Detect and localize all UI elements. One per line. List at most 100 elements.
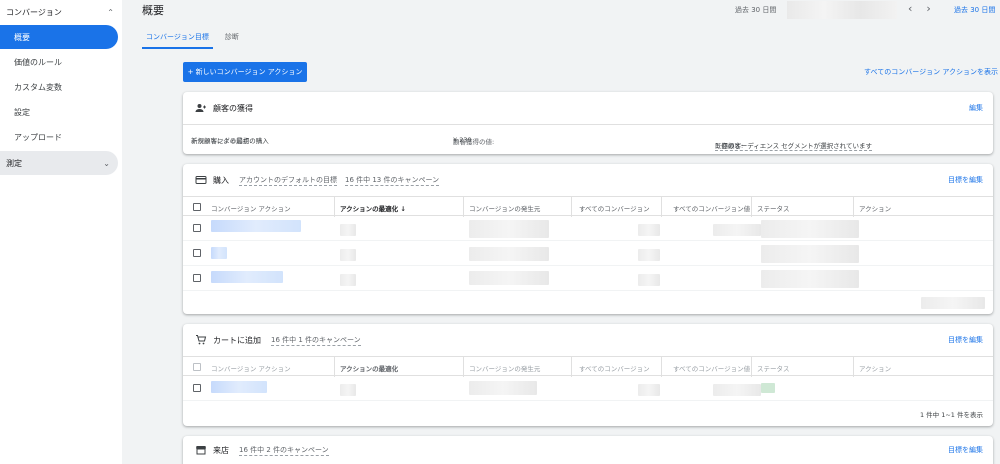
redacted-cell xyxy=(761,245,859,263)
redacted-cell xyxy=(761,270,859,288)
sidebar-item-upload[interactable]: アップロード xyxy=(0,125,118,149)
redacted-cell xyxy=(761,220,859,238)
credit-card-icon xyxy=(195,176,207,184)
chevron-left-icon[interactable]: ‹ xyxy=(908,2,926,15)
sidebar-item-label: 概要 xyxy=(14,32,30,42)
edit-goal-link[interactable]: 目標を編集 xyxy=(948,175,983,185)
existing-value[interactable]: 1 個のオーディエンス セグメントが選択されています xyxy=(715,140,872,151)
customer-acquisition-card: 顧客の獲得 編集 トラッキングの起点: 新規顧客による最初の購入 顧客獲得の値:… xyxy=(183,92,993,154)
sidebar-group-label: 測定 xyxy=(6,158,22,168)
sidebar-item-overview[interactable]: 概要 xyxy=(0,25,118,49)
purchase-goal-card: 購入 アカウントのデフォルトの目標 16 件中 13 件のキャンペーン 目標を編… xyxy=(183,164,993,314)
col-header[interactable]: コンバージョン アクション xyxy=(211,203,291,213)
select-all-checkbox[interactable] xyxy=(193,203,201,211)
card-header: カートに追加 16 件中 1 件のキャンペーン 目標を編集 xyxy=(183,324,993,356)
select-all-checkbox[interactable] xyxy=(193,363,201,371)
col-header[interactable]: アクション xyxy=(859,203,891,213)
redacted-cell xyxy=(469,247,549,261)
table-header: コンバージョン アクション アクションの最適化 コンバージョンの発生元 すべての… xyxy=(183,356,993,377)
action-name-redacted[interactable] xyxy=(211,271,283,283)
table-row[interactable] xyxy=(183,216,993,241)
col-header[interactable]: ステータス xyxy=(757,363,790,373)
edit-link[interactable]: 編集 xyxy=(969,103,983,113)
sidebar-item-custom-variables[interactable]: カスタム変数 xyxy=(0,75,118,99)
row-checkbox[interactable] xyxy=(193,249,201,257)
redacted-cell xyxy=(713,384,761,396)
sidebar-group-label: コンバージョン xyxy=(6,7,62,17)
table-footer: 1 件中 1~1 件を表示 xyxy=(183,401,993,423)
sidebar-item-settings[interactable]: 設定 xyxy=(0,100,118,124)
redacted-cell xyxy=(638,224,660,236)
action-name-redacted[interactable] xyxy=(211,247,227,259)
redacted-cell xyxy=(469,271,549,285)
col-header[interactable]: アクション xyxy=(859,363,891,373)
sidebar-group-measure[interactable]: 測定 ⌄ xyxy=(0,151,118,175)
arrow-down-icon: ↓ xyxy=(400,205,406,213)
chevron-down-icon: ⌄ xyxy=(103,158,110,168)
col-header[interactable]: すべてのコンバージョン値 xyxy=(673,363,750,373)
chevron-up-icon: ⌃ xyxy=(107,7,114,17)
col-header[interactable]: ステータス xyxy=(757,203,790,213)
tab-conversion-goals[interactable]: コンバージョン目標 xyxy=(142,30,213,49)
status-redacted xyxy=(761,383,775,393)
chevron-right-icon[interactable]: › xyxy=(926,2,944,15)
card-title: カートに追加 xyxy=(213,335,261,345)
date-range-picker[interactable] xyxy=(787,1,897,19)
table-header: コンバージョン アクション アクションの最適化 ↓ コンバージョンの発生元 すべ… xyxy=(183,196,993,217)
edit-goal-link[interactable]: 目標を編集 xyxy=(948,335,983,345)
sidebar-item-value-rules[interactable]: 価値のルール xyxy=(0,50,118,74)
action-name-redacted[interactable] xyxy=(211,381,267,393)
card-subtitle-campaigns[interactable]: 16 件中 2 件のキャンペーン xyxy=(239,445,329,456)
card-subtitle-campaigns[interactable]: 16 件中 1 件のキャンペーン xyxy=(271,335,361,346)
redacted-cell xyxy=(340,274,356,286)
store-visit-goal-card: 来店 16 件中 2 件のキャンペーン 目標を編集 xyxy=(183,436,993,464)
action-name-redacted[interactable] xyxy=(211,220,301,232)
sidebar-item-label: 設定 xyxy=(14,107,30,117)
redacted-cell xyxy=(638,384,660,396)
table-footer xyxy=(183,291,993,313)
table-row[interactable] xyxy=(183,266,993,291)
cart-add-icon xyxy=(196,335,207,345)
sidebar-item-label: アップロード xyxy=(14,132,62,142)
sidebar: コンバージョン ⌃ 概要 価値のルール カスタム変数 設定 アップロード 測定 … xyxy=(0,0,122,464)
redacted-pagination xyxy=(921,297,985,309)
table-row[interactable] xyxy=(183,241,993,266)
col-header[interactable]: コンバージョンの発生元 xyxy=(469,203,540,213)
card-subtitle-campaigns[interactable]: 16 件中 13 件のキャンペーン xyxy=(345,175,440,186)
table-row[interactable] xyxy=(183,376,993,401)
card-title: 顧客の獲得 xyxy=(213,103,253,113)
value-label: 顧客獲得の値: xyxy=(453,137,495,146)
acquisition-info-row: トラッキングの起点: 新規顧客による最初の購入 顧客獲得の値: ¥ 239 既存… xyxy=(183,124,993,154)
col-header[interactable]: コンバージョン アクション xyxy=(211,363,291,373)
col-header[interactable]: コンバージョンの発生元 xyxy=(469,363,540,373)
col-header[interactable]: すべてのコンバージョン xyxy=(579,203,650,213)
redacted-cell xyxy=(469,381,537,395)
date-range-link[interactable]: 過去 30 日間 xyxy=(954,5,995,15)
redacted-cell xyxy=(638,274,660,286)
redacted-cell xyxy=(340,384,356,396)
new-conversion-action-button[interactable]: + 新しいコンバージョン アクション xyxy=(183,62,307,82)
add-to-cart-goal-card: カートに追加 16 件中 1 件のキャンペーン 目標を編集 コンバージョン アク… xyxy=(183,324,993,426)
card-header: 購入 アカウントのデフォルトの目標 16 件中 13 件のキャンペーン 目標を編… xyxy=(183,164,993,196)
col-header[interactable]: アクションの最適化 xyxy=(340,363,398,373)
sidebar-item-label: 価値のルール xyxy=(14,57,62,67)
card-title: 購入 xyxy=(213,175,229,185)
tab-diagnostics[interactable]: 診断 xyxy=(221,30,243,49)
page-title: 概要 xyxy=(142,4,164,17)
show-all-actions-link[interactable]: すべてのコンバージョン アクションを表示 xyxy=(864,67,998,77)
col-header[interactable]: アクションの最適化 ↓ xyxy=(340,203,406,213)
redacted-cell xyxy=(713,224,761,236)
date-range-label: 過去 30 日間 xyxy=(735,6,777,14)
row-checkbox[interactable] xyxy=(193,224,201,232)
date-nav: ‹› xyxy=(908,2,945,15)
row-checkbox[interactable] xyxy=(193,274,201,282)
col-header[interactable]: すべてのコンバージョン値 xyxy=(673,203,750,213)
card-subtitle-default-goal[interactable]: アカウントのデフォルトの目標 xyxy=(239,175,337,186)
edit-goal-link[interactable]: 目標を編集 xyxy=(948,445,983,455)
redacted-cell xyxy=(469,220,549,238)
person-add-icon xyxy=(195,104,206,112)
card-header: 顧客の獲得 編集 xyxy=(183,92,993,124)
sidebar-group-conversion[interactable]: コンバージョン ⌃ xyxy=(0,0,122,24)
col-header[interactable]: すべてのコンバージョン xyxy=(579,363,650,373)
row-checkbox[interactable] xyxy=(193,384,201,392)
